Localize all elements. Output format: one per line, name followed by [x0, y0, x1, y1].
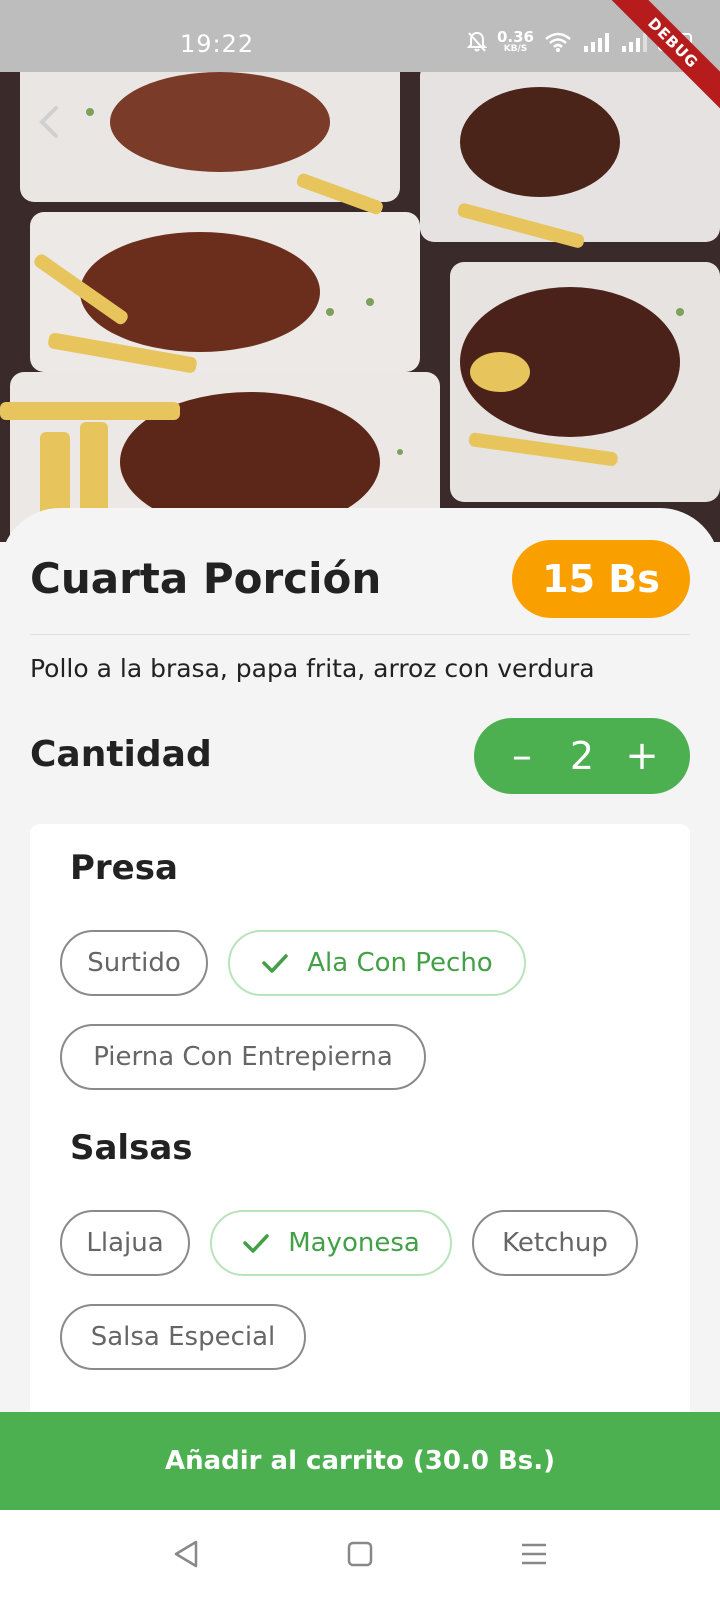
decrement-button[interactable]: – [504, 736, 540, 776]
add-to-cart-label: Añadir al carrito (30.0 Bs.) [164, 1446, 556, 1476]
system-nav-bar [0, 1510, 720, 1600]
price-badge: 15 Bs [512, 540, 690, 618]
quantity-stepper: – 2 + [474, 718, 690, 794]
chip-ala-con-pecho[interactable]: Ala Con Pecho [228, 930, 526, 996]
net-speed-unit: KB/S [503, 44, 528, 54]
chip-label: Mayonesa [288, 1228, 420, 1258]
product-description: Pollo a la brasa, papa frita, arroz con … [30, 654, 595, 683]
status-time: 19:22 [180, 30, 255, 58]
nav-home-button[interactable] [340, 1540, 380, 1572]
product-image [0, 72, 720, 542]
quantity-row: Cantidad – 2 + [30, 718, 690, 794]
nav-back-button[interactable] [166, 1540, 206, 1572]
net-speed: 0.36 KB/S [497, 30, 534, 54]
menu-icon [519, 1541, 549, 1571]
group-title-salsas: Salsas [70, 1128, 193, 1168]
triangle-back-icon [172, 1539, 200, 1573]
signal-icon [582, 31, 610, 53]
quantity-label: Cantidad [30, 734, 212, 775]
chip-llajua[interactable]: Llajua [60, 1210, 190, 1276]
product-title: Cuarta Porción [30, 554, 382, 603]
chip-ketchup[interactable]: Ketchup [472, 1210, 638, 1276]
square-home-icon [346, 1540, 374, 1572]
product-photo [0, 72, 720, 542]
chip-mayonesa[interactable]: Mayonesa [210, 1210, 452, 1276]
battery-icon: 75 [658, 33, 692, 51]
add-to-cart-button[interactable]: Añadir al carrito (30.0 Bs.) [0, 1412, 720, 1510]
chevron-left-icon [30, 106, 70, 148]
divider [30, 634, 690, 635]
title-row: Cuarta Porción 15 Bs [30, 538, 690, 618]
net-speed-value: 0.36 [496, 28, 534, 46]
bell-off-icon [466, 31, 487, 53]
chip-surtido[interactable]: Surtido [60, 930, 208, 996]
chip-label: Salsa Especial [90, 1322, 276, 1352]
check-icon [261, 952, 289, 974]
status-bar: 19:22 0.36 KB/S 75 [0, 0, 720, 72]
chip-label: Pierna Con Entrepierna [93, 1042, 393, 1072]
options-card: Presa Surtido Ala Con Pecho Pierna Con E… [30, 824, 690, 1424]
chip-label: Ketchup [502, 1228, 608, 1258]
chip-pierna-con-entrepierna[interactable]: Pierna Con Entrepierna [60, 1024, 426, 1090]
increment-button[interactable]: + [624, 736, 660, 776]
chip-label: Surtido [87, 948, 181, 978]
chip-label: Ala Con Pecho [307, 948, 493, 978]
signal-icon-2 [620, 31, 648, 53]
quantity-value: 2 [569, 734, 595, 778]
nav-menu-button[interactable] [514, 1540, 554, 1572]
check-icon [242, 1232, 270, 1254]
group-title-presa: Presa [70, 848, 178, 888]
status-icons: 0.36 KB/S 75 [466, 30, 692, 54]
chip-salsa-especial[interactable]: Salsa Especial [60, 1304, 306, 1370]
back-button[interactable] [30, 100, 70, 144]
wifi-icon [544, 31, 572, 53]
chip-label: Llajua [86, 1228, 164, 1258]
